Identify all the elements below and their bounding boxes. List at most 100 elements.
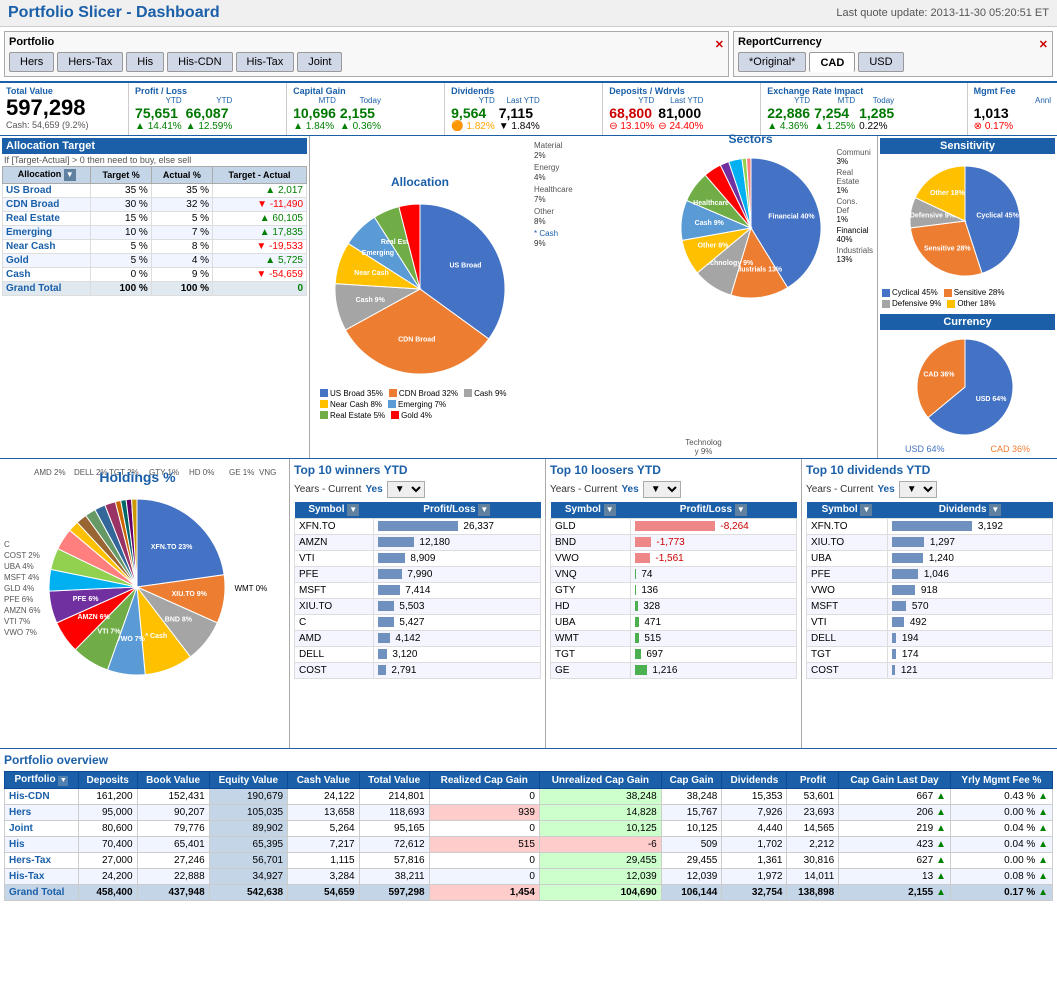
currency-close[interactable]: ✕ [1039, 38, 1048, 51]
table-row: VWO -1,561 [551, 551, 797, 567]
svg-text:Sensitive 28%: Sensitive 28% [924, 246, 971, 253]
portfolio-close[interactable]: ✕ [715, 38, 724, 51]
stats-row: Total Value 597,298 Cash: 54,659 (9.2%) … [0, 83, 1057, 136]
alloc-row: Grand Total 100 % 100 % 0 [3, 282, 307, 296]
table-row: AMZN 12,180 [295, 535, 541, 551]
exchange-rate-label: Exchange Rate Impact [767, 86, 960, 96]
overview-row: His-Tax 24,200 22,888 34,927 3,284 38,21… [5, 869, 1053, 885]
exchange-today: 1,285 [859, 105, 894, 121]
winners-panel: Top 10 winners YTD Years - Current Yes ▼… [290, 459, 546, 748]
table-row: PFE 7,990 [295, 567, 541, 583]
svg-text:USD 64%: USD 64% [976, 396, 1008, 403]
overview-row: Hers-Tax 27,000 27,246 56,701 1,115 57,8… [5, 853, 1053, 869]
allocation-subtitle: If [Target-Actual] > 0 then need to buy,… [2, 154, 307, 166]
svg-text:* Cash: * Cash [146, 633, 168, 640]
winners-col-pl: Profit/Loss ▼ [373, 502, 540, 519]
table-row: DELL 194 [807, 631, 1053, 647]
svg-text:BND 8%: BND 8% [165, 617, 193, 624]
winners-filter-dropdown[interactable]: ▼ [387, 481, 425, 498]
sectors-container: Material2% Energy4% Healthcare7% Other8%… [530, 136, 877, 458]
overview-col-realcap: Realized Cap Gain [429, 772, 539, 789]
overview-col-capgainday: Cap Gain Last Day [839, 772, 951, 789]
svg-text:AMZN 6%: AMZN 6% [78, 614, 111, 621]
svg-text:XFN.TO 23%: XFN.TO 23% [151, 544, 193, 551]
holdings-chart: AMD 2% DELL 2% TGT 2% GTY 1% HD 0% GE 1%… [0, 459, 290, 748]
svg-text:US Broad: US Broad [449, 262, 481, 269]
middle-section: Allocation Target If [Target-Actual] > 0… [0, 136, 1057, 459]
dividends-col-symbol: Symbol ▼ [807, 502, 888, 519]
currency-tab-original[interactable]: *Original* [738, 52, 806, 72]
overview-row: Grand Total 458,400 437,948 542,638 54,6… [5, 885, 1053, 901]
alloc-row: Gold 5 % 4 % ▲ 5,725 [3, 254, 307, 268]
portfolio-tab-his[interactable]: His [126, 52, 164, 72]
alloc-row: Near Cash 5 % 8 % ▼ -19,533 [3, 240, 307, 254]
overview-col-bookval: Book Value [137, 772, 209, 789]
sectors-pie-chart: Financial 40%Industrials 13%Technology 9… [671, 148, 831, 308]
holdings-section: AMD 2% DELL 2% TGT 2% GTY 1% HD 0% GE 1%… [0, 459, 1057, 749]
dividends-filter: Years - Current Yes ▼ [806, 481, 1053, 498]
app-header: Portfolio Slicer - Dashboard Last quote … [0, 0, 1057, 27]
last-update: Last quote update: 2013-11-30 05:20:51 E… [836, 7, 1049, 19]
profit-mtd-pct: ▲ 12.59% [186, 121, 233, 132]
stat-mgmt-fee: Mgmt Fee Annl 1,013 ⊗ 0.17% [968, 83, 1057, 135]
capital-gain-today: 2,155 [340, 105, 381, 121]
allocation-panel: Allocation Target If [Target-Actual] > 0… [0, 136, 310, 458]
svg-text:XIU.TO 9%: XIU.TO 9% [172, 591, 208, 598]
dividends-lastytd: 7,115 [499, 105, 540, 121]
currency-tab-cad[interactable]: CAD [809, 52, 855, 72]
table-row: UBA 1,240 [807, 551, 1053, 567]
portfolio-overview-section: Portfolio overview Portfolio ▼ Deposits … [0, 749, 1057, 905]
svg-text:Cash 9%: Cash 9% [694, 220, 724, 227]
table-row: PFE 1,046 [807, 567, 1053, 583]
table-row: TGT 697 [551, 647, 797, 663]
allocation-pie-container: Allocation US BroadCDN BroadCash 9%Near … [310, 136, 530, 458]
portfolio-label: Portfolio [9, 36, 54, 48]
currency-tab-usd[interactable]: USD [858, 52, 903, 72]
total-value-sub: Cash: 54,659 (9.2%) [6, 120, 122, 130]
winners-filter: Years - Current Yes ▼ [294, 481, 541, 498]
profit-ytd-label: YTD [135, 96, 182, 105]
capital-gain-label: Capital Gain [293, 86, 438, 96]
overview-col-cashval: Cash Value [288, 772, 359, 789]
table-row: COST 2,791 [295, 663, 541, 679]
currency-cad-label: CAD 36% [990, 444, 1030, 454]
total-value-main: 597,298 [6, 96, 122, 120]
loosers-col-symbol: Symbol ▼ [551, 502, 631, 519]
table-row: WMT 515 [551, 631, 797, 647]
svg-text:Cash 9%: Cash 9% [356, 296, 386, 303]
stat-capital-gain: Capital Gain MTD 10,696 ▲ 1.84% Today 2,… [287, 83, 445, 135]
dividends-filter-dropdown[interactable]: ▼ [899, 481, 937, 498]
overview-col-capgain: Cap Gain [661, 772, 722, 789]
app-title: Portfolio Slicer - Dashboard [8, 4, 220, 22]
table-row: COST 121 [807, 663, 1053, 679]
stat-dividends: Dividends YTD 9,564 🟠 1.82% Last YTD 7,1… [445, 83, 603, 135]
overview-table: Portfolio ▼ Deposits Book Value Equity V… [4, 771, 1053, 901]
portfolio-tab-hers-tax[interactable]: Hers-Tax [57, 52, 123, 72]
loosers-filter-dropdown[interactable]: ▼ [643, 481, 681, 498]
stat-profit-loss: Profit / Loss YTD 75,651 ▲ 14.41% YTD 66… [129, 83, 287, 135]
allocation-title: Allocation Target [2, 138, 307, 154]
capital-gain-mtd: 10,696 [293, 105, 336, 121]
portfolio-tab-joint[interactable]: Joint [297, 52, 342, 72]
table-row: XFN.TO 3,192 [807, 519, 1053, 535]
table-row: UBA 471 [551, 615, 797, 631]
deposits-ytd: 68,800 [609, 105, 654, 121]
alloc-row: CDN Broad 30 % 32 % ▼ -11,490 [3, 198, 307, 212]
alloc-row: Emerging 10 % 7 % ▲ 17,835 [3, 226, 307, 240]
stat-exchange-rate: Exchange Rate Impact YTD 22,886 ▲ 4.36% … [761, 83, 967, 135]
portfolio-tab-his-tax[interactable]: His-Tax [236, 52, 295, 72]
portfolio-tab-his-cdn[interactable]: His-CDN [167, 52, 232, 72]
portfolio-tab-hers[interactable]: Hers [9, 52, 54, 72]
exchange-mtd: 7,254 [814, 105, 855, 121]
table-row: MSFT 570 [807, 599, 1053, 615]
profit-ytd-pct: ▲ 14.41% [135, 121, 182, 132]
holdings-title: Holdings % [99, 469, 175, 485]
svg-text:Other 18%: Other 18% [930, 190, 965, 197]
stat-deposits: Deposits / Wdrvls YTD 68,800 ⊖ 13.10% La… [603, 83, 761, 135]
loosers-col-pl: Profit/Loss ▼ [630, 502, 796, 519]
currency-pie-chart: USD 64%CAD 36% [880, 332, 1050, 442]
alloc-col-name: Allocation ▼ [3, 167, 91, 184]
svg-text:Other 8%: Other 8% [697, 243, 729, 250]
sectors-title: Sectors [671, 132, 831, 146]
sensitivity-pie-chart: Cyclical 45%Sensitive 28%Defensive 9%Oth… [880, 156, 1050, 286]
